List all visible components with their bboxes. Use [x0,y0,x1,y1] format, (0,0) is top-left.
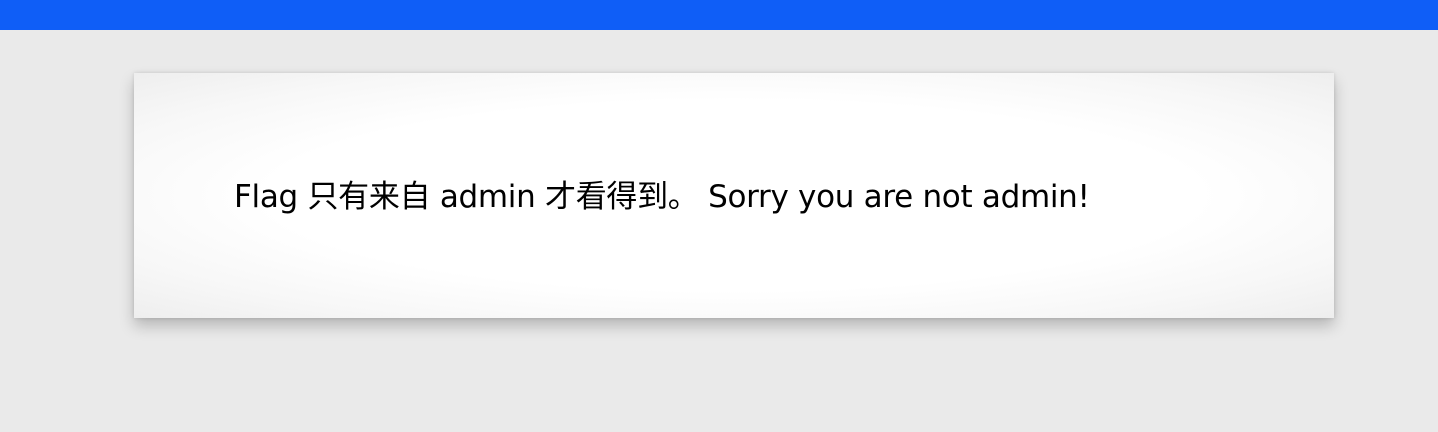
message-card: Flag 只有来自 admin 才看得到。 Sorry you are not … [134,73,1334,318]
access-denied-message: Flag 只有来自 admin 才看得到。 Sorry you are not … [234,179,1090,215]
top-bar [0,0,1438,30]
